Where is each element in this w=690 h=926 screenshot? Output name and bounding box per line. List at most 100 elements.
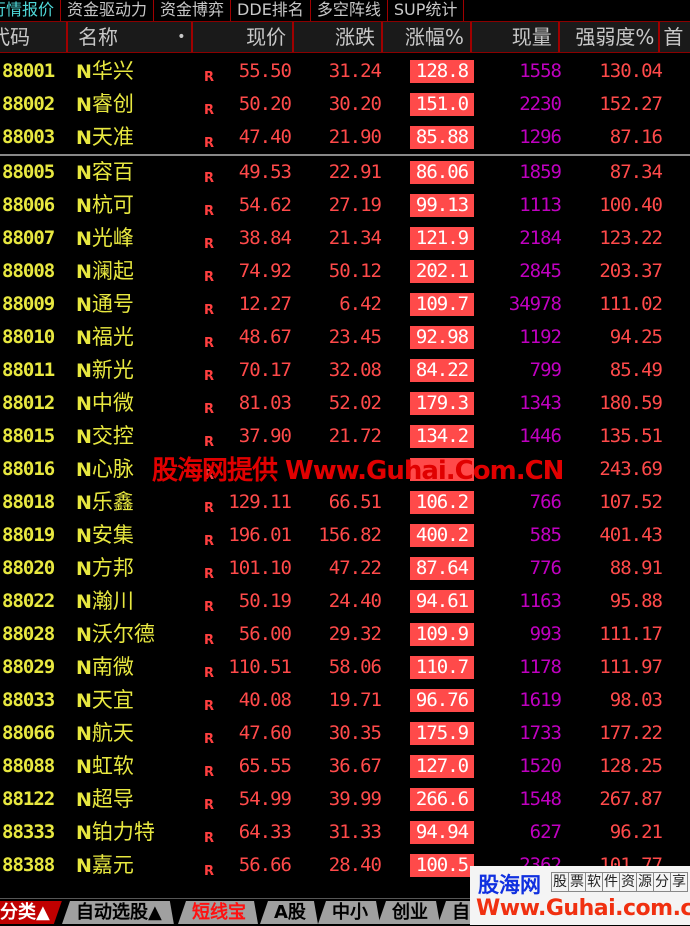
table-row[interactable]: 88022 N瀚川 R 50.19 24.40 94.61 1163 95.88 (0, 585, 690, 618)
change-pct: 175.9 (410, 722, 474, 745)
strength: 111.02 (599, 293, 663, 315)
ad-banner: 股海网 股 票 软 件 资 源 分 享 Www.Guhai.com.cn (470, 866, 690, 925)
table-row[interactable]: 88006 N杭可 R 54.62 27.19 99.13 1113 100.40 (0, 189, 690, 222)
table-row[interactable]: 88333 N铂力特 R 64.33 31.33 94.94 627 96.21 (0, 816, 690, 849)
table-row[interactable]: 88088 N虹软 R 65.55 36.67 127.0 1520 128.25 (0, 750, 690, 783)
stock-code: 88022 (2, 590, 55, 612)
change: 21.34 (328, 227, 382, 249)
stock-name-text: 容百 (91, 160, 134, 184)
volume: 1548 (519, 788, 562, 810)
new-listing-prefix: N (76, 162, 92, 184)
ad-slogan-char: 软 (585, 872, 603, 892)
stock-name-text: 新光 (91, 358, 134, 382)
stock-name: N嘉元 (76, 849, 196, 882)
table-row[interactable]: 88029 N南微 R 110.51 58.06 110.7 1178 111.97 (0, 651, 690, 684)
stock-name-text: 天准 (91, 125, 134, 149)
col-volume[interactable]: 现量 (472, 22, 560, 52)
stock-name: N杭可 (76, 189, 196, 222)
table-row[interactable]: 88001 N华兴 R 55.50 31.24 128.8 1558 130.04 (0, 55, 690, 88)
table-row[interactable]: 88011 N新光 R 70.17 32.08 84.22 799 85.49 (0, 354, 690, 387)
table-row[interactable]: 88007 N光峰 R 38.84 21.34 121.9 2184 123.22 (0, 222, 690, 255)
stock-code: 88003 (2, 126, 55, 148)
table-row[interactable]: 88020 N方邦 R 101.10 47.22 87.64 776 88.91 (0, 552, 690, 585)
table-row[interactable]: 88066 N航天 R 47.60 30.35 175.9 1733 177.22 (0, 717, 690, 750)
price: 101.10 (228, 557, 292, 579)
table-row[interactable]: 88033 N天宜 R 40.08 19.71 96.76 1619 98.03 (0, 684, 690, 717)
table-row[interactable]: 88019 N安集 R 196.01 156.82 400.2 585 401.43 (0, 519, 690, 552)
price: 70.17 (238, 359, 292, 381)
volume: 1163 (519, 590, 562, 612)
col-change[interactable]: 涨跌 (294, 22, 383, 52)
col-change-pct[interactable]: 涨幅% (383, 22, 472, 52)
tab-dde-ranking[interactable]: DDE排名 (231, 0, 311, 21)
price: 47.40 (238, 126, 292, 148)
change: 30.20 (328, 93, 382, 115)
table-row[interactable]: 88008 N澜起 R 74.92 50.12 202.1 2845 203.37 (0, 255, 690, 288)
change-pct: 94.61 (410, 590, 474, 613)
table-row[interactable]: 88018 N乐鑫 R 129.11 66.51 106.2 766 107.52 (0, 486, 690, 519)
tab-short-line[interactable]: 短线宝 (178, 901, 258, 924)
stock-code: 88029 (2, 656, 55, 678)
table-row[interactable]: 88028 N沃尔德 R 56.00 29.32 109.9 993 111.17 (0, 618, 690, 651)
col-code[interactable]: 代码 (0, 22, 69, 52)
volume: 2230 (519, 93, 562, 115)
table-row[interactable]: 88009 N通号 R 12.27 6.42 109.7 34978 111.02 (0, 288, 690, 321)
new-listing-prefix: N (76, 393, 92, 415)
table-row[interactable]: 88002 N睿创 R 50.20 30.20 151.0 2230 152.27 (0, 88, 690, 121)
stock-name: N光峰 (76, 222, 196, 255)
stock-name-text: 超导 (91, 787, 134, 811)
tab-sme[interactable]: 中小 (318, 901, 380, 924)
change-pct: 100.5 (410, 854, 474, 877)
table-row[interactable]: 88122 N超导 R 54.99 39.99 266.6 1548 267.87 (0, 783, 690, 816)
stock-name: N新光 (76, 354, 196, 387)
volume: 1343 (519, 392, 562, 414)
tab-category[interactable]: 分类▲ (0, 901, 62, 924)
col-strength[interactable]: 强弱度% (560, 22, 661, 52)
tab-sup-stats[interactable]: SUP统计 (388, 0, 465, 21)
strength: 95.88 (609, 590, 663, 612)
tab-fund-driving-force[interactable]: 资金驱动力 (61, 0, 155, 21)
tab-auto-select[interactable]: 自动选股▲ (62, 901, 174, 924)
col-price[interactable]: 现价 (193, 22, 295, 52)
tab-quotes[interactable]: 行情报价 (0, 0, 62, 21)
change-pct: 96.76 (410, 689, 474, 712)
stock-code: 88007 (2, 227, 55, 249)
stock-code: 88015 (2, 425, 55, 447)
change-pct: 110.7 (410, 656, 474, 679)
strength: 243.69 (599, 458, 663, 480)
stock-name-text: 南微 (91, 655, 134, 679)
stock-name: N天宜 (76, 684, 196, 717)
tab-fund-game[interactable]: 资金博弈 (154, 0, 232, 21)
stock-name: N航天 (76, 717, 196, 750)
new-listing-prefix: N (76, 61, 92, 83)
strength: 130.04 (599, 60, 663, 82)
table-row[interactable]: 88003 N天准 R 47.40 21.90 85.88 1296 87.16 (0, 121, 690, 154)
table-row[interactable]: 88015 N交控 R 37.90 21.72 134.2 1446 135.51 (0, 420, 690, 453)
new-listing-prefix: N (76, 855, 92, 877)
stock-name-text: 嘉元 (91, 853, 134, 877)
stock-name: N华兴 (76, 55, 196, 88)
strength: 401.43 (599, 524, 663, 546)
col-name-label: 名称 (78, 25, 119, 49)
table-row[interactable]: 88010 N福光 R 48.67 23.45 92.98 1192 94.25 (0, 321, 690, 354)
table-row[interactable]: 88012 N中微 R 81.03 52.02 179.3 1343 180.59 (0, 387, 690, 420)
strength: 98.03 (609, 689, 663, 711)
strength: 203.37 (599, 260, 663, 282)
stock-code: 88012 (2, 392, 55, 414)
tab-long-short[interactable]: 多空阵线 (311, 0, 388, 21)
tab-chinext[interactable]: 创业 (378, 901, 440, 924)
price: 54.62 (238, 194, 292, 216)
watermark-text: 股海网提供 Www.Guhai.Com.CN (152, 456, 564, 486)
col-first[interactable]: 首 (660, 22, 690, 52)
col-name[interactable]: 名称 • (68, 22, 194, 52)
new-listing-prefix: N (76, 624, 92, 646)
stock-code: 88388 (2, 854, 55, 876)
price: 196.01 (228, 524, 292, 546)
tab-a-shares[interactable]: A股 (260, 901, 318, 924)
table-row[interactable]: 88005 N容百 R 49.53 22.91 86.06 1859 87.34 (0, 154, 690, 189)
change: 27.19 (328, 194, 382, 216)
new-listing-prefix: N (76, 426, 92, 448)
change-pct: 86.06 (410, 161, 474, 184)
stock-code: 88020 (2, 557, 55, 579)
stock-name: N澜起 (76, 255, 196, 288)
